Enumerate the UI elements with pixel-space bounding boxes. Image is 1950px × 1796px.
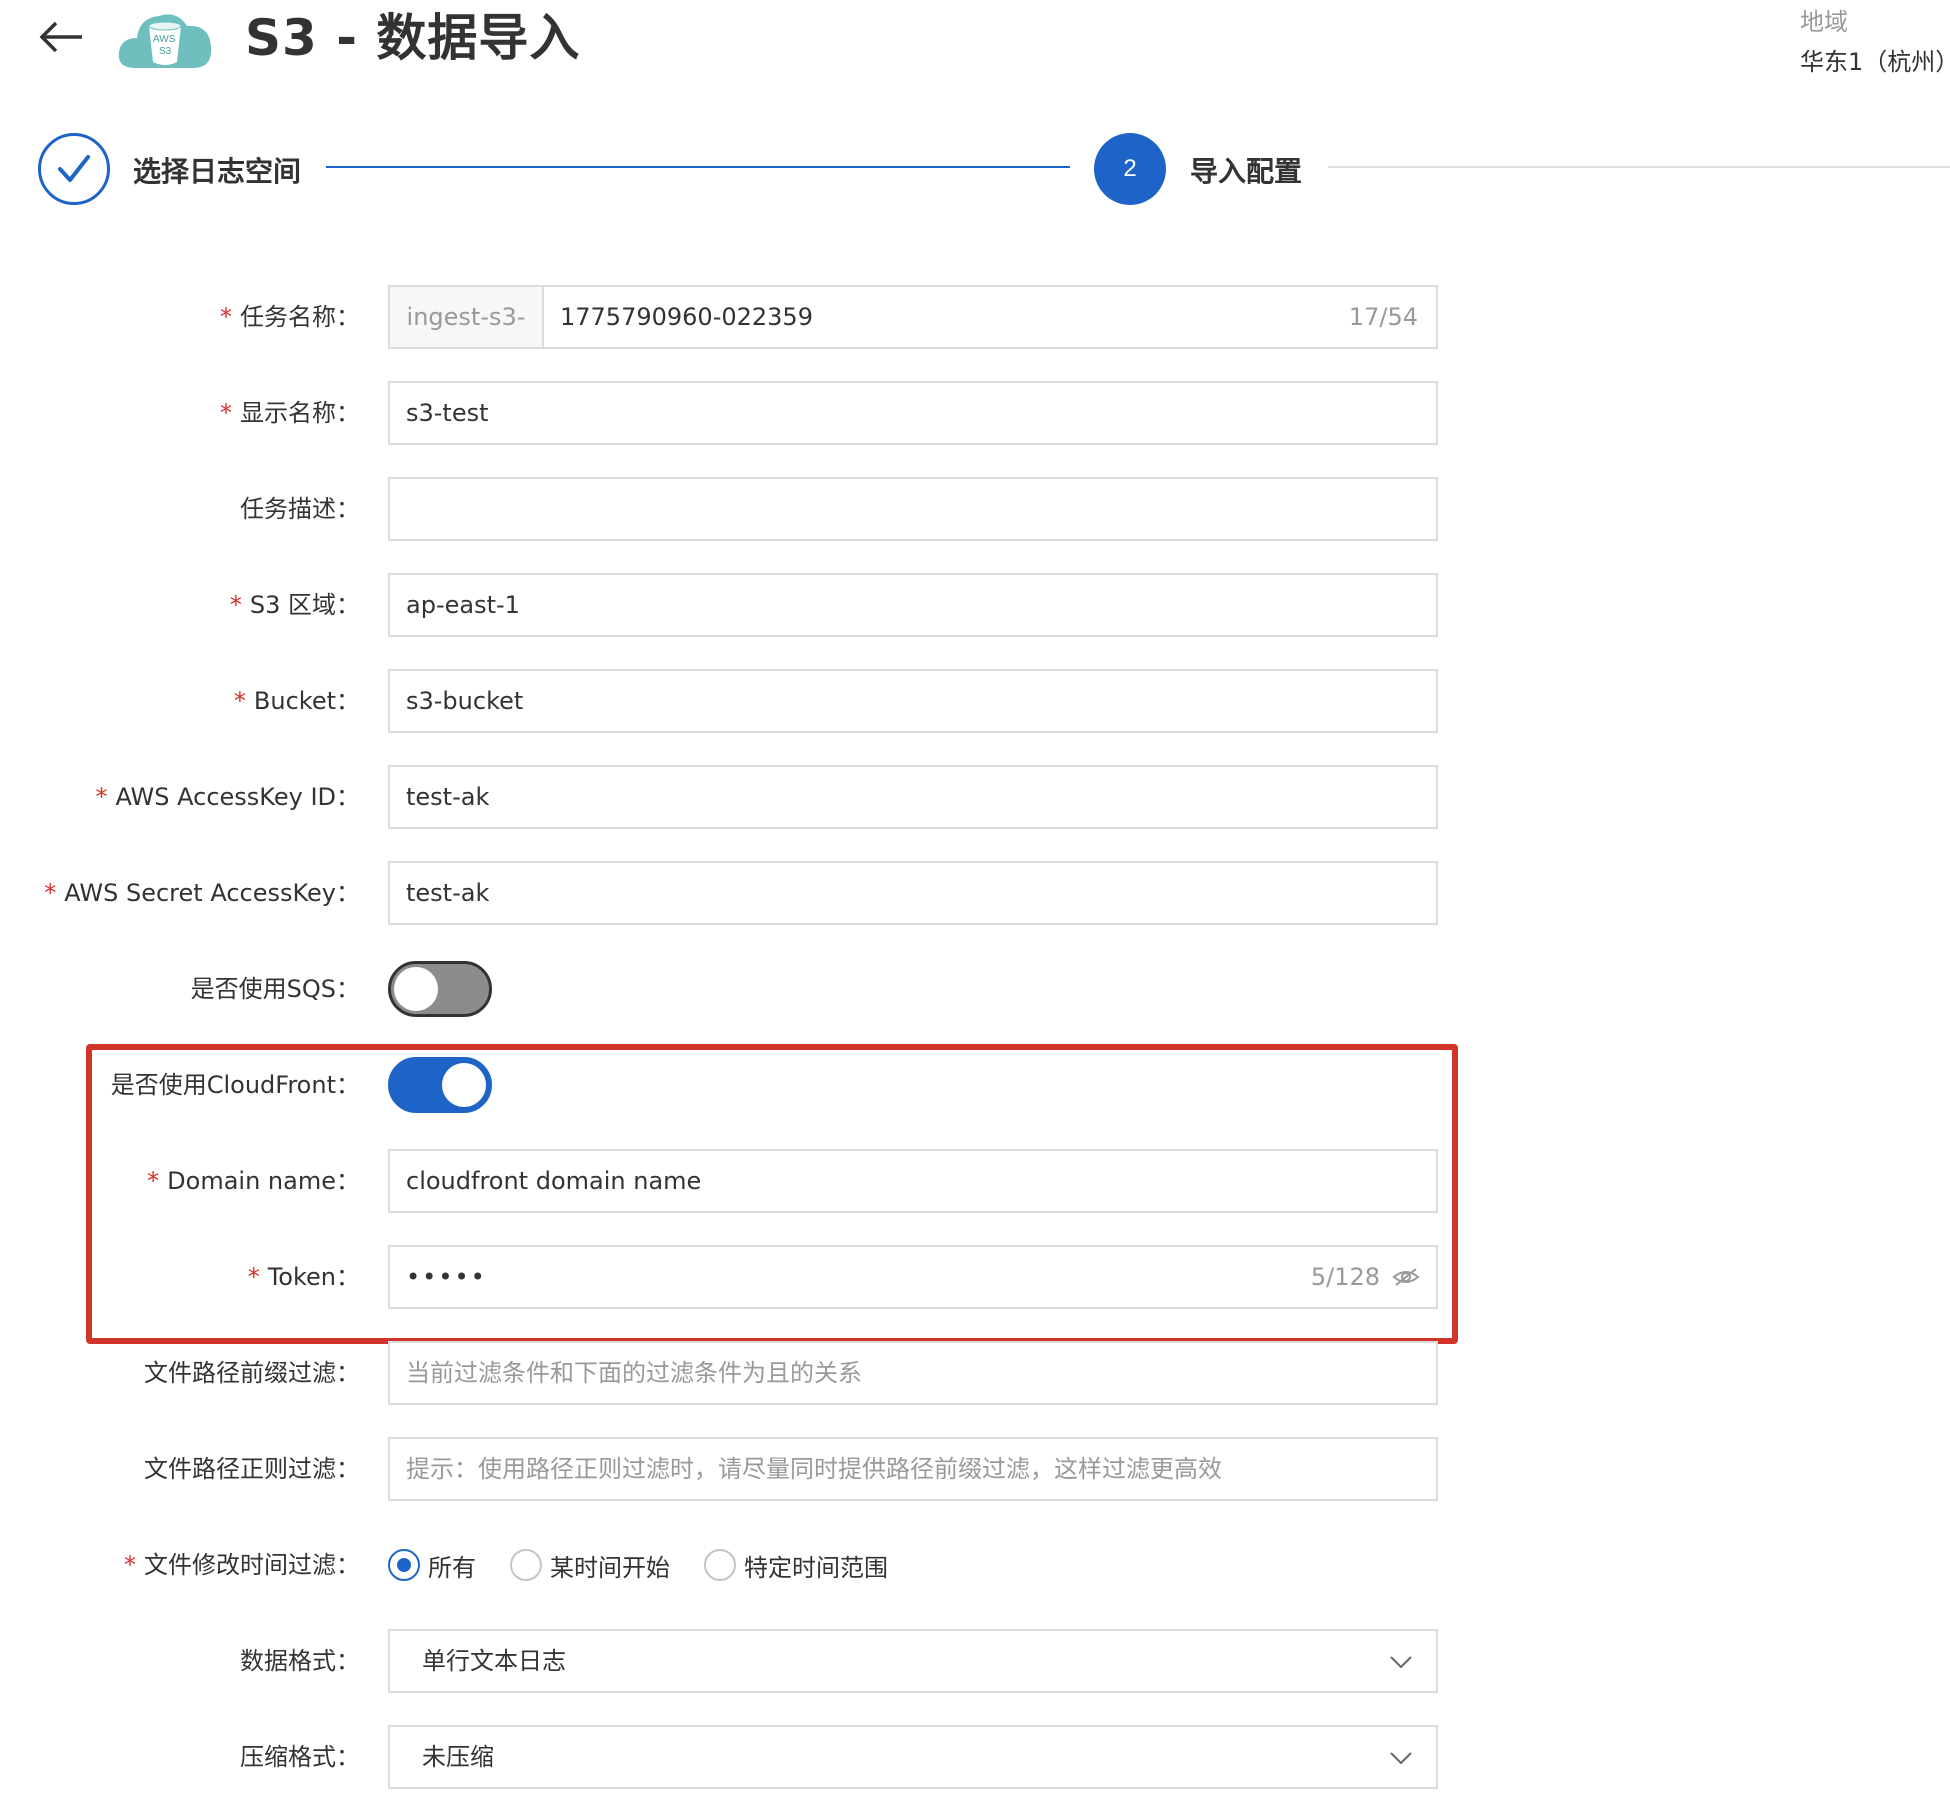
check-icon: [58, 155, 90, 182]
compress-format-value: 未压缩: [422, 1743, 494, 1771]
path-prefix-filter-placeholder: 当前过滤条件和下面的过滤条件为且的关系: [406, 1359, 862, 1387]
task-desc-row: 任务描述：: [0, 477, 1950, 541]
path-regex-filter-row: 文件路径正则过滤： 提示：使用路径正则过滤时，请尽量同时提供路径前缀过滤，这样过…: [0, 1437, 1950, 1501]
data-format-row: 数据格式： 单行文本日志: [0, 1629, 1950, 1693]
secret-access-key-input[interactable]: test-ak: [388, 861, 1438, 925]
radio-unchecked-icon: [704, 1549, 736, 1581]
bucket-input[interactable]: s3-bucket: [388, 669, 1438, 733]
chevron-down-icon: [1390, 1752, 1412, 1765]
token-char-count: 5/128: [1310, 1263, 1380, 1291]
step-connector-done: [326, 166, 1070, 168]
back-arrow-icon[interactable]: [36, 12, 86, 62]
s3-region-row: * S3 区域： ap-east-1: [0, 573, 1950, 637]
task-name-prefix: ingest-s3-: [390, 287, 544, 347]
aws-s3-logo: AWS S3: [115, 4, 215, 74]
region-selector[interactable]: 华东1（杭州）: [1800, 42, 1950, 77]
secret-access-key-row: * AWS Secret AccessKey： test-ak: [0, 861, 1950, 925]
task-name-row: * 任务名称： ingest-s3- 1775790960-022359 17/5…: [0, 285, 1950, 349]
secret-access-key-value: test-ak: [406, 879, 490, 907]
data-format-select[interactable]: 单行文本日志: [388, 1629, 1438, 1693]
path-regex-filter-input[interactable]: 提示：使用路径正则过滤时，请尽量同时提供路径前缀过滤，这样过滤更高效: [388, 1437, 1438, 1501]
logo-text-top: AWS: [153, 34, 176, 45]
compress-format-row: 压缩格式： 未压缩: [0, 1725, 1950, 1789]
domain-name-row: * Domain name： cloudfront domain name: [0, 1149, 1950, 1213]
logo-text-bottom: S3: [159, 46, 172, 57]
access-key-id-value: test-ak: [406, 783, 490, 811]
display-name-value: s3-test: [406, 399, 489, 427]
display-name-row: * 显示名称： s3-test: [0, 381, 1950, 445]
page-title: S3 - 数据导入: [245, 9, 581, 67]
use-cloudfront-toggle[interactable]: [388, 1057, 492, 1113]
access-key-id-label: * AWS AccessKey ID：: [95, 783, 360, 811]
use-sqs-toggle[interactable]: [388, 961, 492, 1017]
region-label: 地域: [1800, 8, 1848, 36]
compress-format-select[interactable]: 未压缩: [388, 1725, 1438, 1789]
task-name-input[interactable]: ingest-s3- 1775790960-022359 17/54: [388, 285, 1438, 349]
task-desc-input[interactable]: [388, 477, 1438, 541]
access-key-id-row: * AWS AccessKey ID： test-ak: [0, 765, 1950, 829]
task-name-value: 1775790960-022359: [560, 303, 813, 331]
mtime-filter-row: * 文件修改时间过滤： 所有 某时间开始 特定时间范围: [0, 1533, 1950, 1597]
path-regex-filter-placeholder: 提示：使用路径正则过滤时，请尽量同时提供路径前缀过滤，这样过滤更高效: [406, 1455, 1222, 1483]
step-1-label: 选择日志空间: [133, 155, 302, 188]
token-row: * Token： ••••• 5/128: [0, 1245, 1950, 1309]
task-desc-label: 任务描述：: [240, 495, 360, 523]
eye-hidden-icon[interactable]: [1392, 1265, 1420, 1289]
step-2-label: 导入配置: [1190, 155, 1303, 188]
path-prefix-filter-input[interactable]: 当前过滤条件和下面的过滤条件为且的关系: [388, 1341, 1438, 1405]
compress-format-label: 压缩格式：: [240, 1743, 360, 1771]
chevron-down-icon: [1390, 1656, 1412, 1669]
data-format-value: 单行文本日志: [422, 1647, 566, 1675]
path-regex-filter-label: 文件路径正则过滤：: [144, 1455, 360, 1483]
mtime-filter-radio-group: 所有 某时间开始 特定时间范围: [388, 1533, 922, 1597]
bucket-row: * Bucket： s3-bucket: [0, 669, 1950, 733]
mtime-option-all[interactable]: 所有: [388, 1548, 476, 1583]
display-name-input[interactable]: s3-test: [388, 381, 1438, 445]
display-name-label: * 显示名称：: [220, 399, 360, 427]
domain-name-label: * Domain name：: [147, 1167, 360, 1195]
task-name-char-count: 17/54: [1348, 303, 1418, 331]
path-prefix-filter-label: 文件路径前缀过滤：: [144, 1359, 360, 1387]
domain-name-input[interactable]: cloudfront domain name: [388, 1149, 1438, 1213]
s3-region-input[interactable]: ap-east-1: [388, 573, 1438, 637]
radio-unchecked-icon: [510, 1549, 542, 1581]
access-key-id-input[interactable]: test-ak: [388, 765, 1438, 829]
use-sqs-label: 是否使用SQS：: [190, 975, 360, 1003]
secret-access-key-label: * AWS Secret AccessKey：: [44, 879, 360, 907]
task-name-label: * 任务名称：: [220, 303, 360, 331]
step-connector-pending: [1328, 166, 1950, 168]
s3-region-value: ap-east-1: [406, 591, 520, 619]
use-cloudfront-label: 是否使用CloudFront：: [110, 1071, 360, 1099]
toggle-knob: [442, 1063, 486, 1107]
domain-name-value: cloudfront domain name: [406, 1167, 702, 1195]
token-input[interactable]: ••••• 5/128: [388, 1245, 1438, 1309]
mtime-option-from-time[interactable]: 某时间开始: [510, 1548, 670, 1583]
step-2-active-circle: 2: [1094, 133, 1166, 205]
token-label: * Token：: [247, 1263, 360, 1291]
s3-region-label: * S3 区域：: [229, 591, 360, 619]
radio-checked-icon: [388, 1549, 420, 1581]
use-sqs-row: 是否使用SQS：: [0, 957, 1950, 1021]
mtime-option-range[interactable]: 特定时间范围: [704, 1548, 888, 1583]
use-cloudfront-row: 是否使用CloudFront：: [0, 1053, 1950, 1117]
token-value: •••••: [406, 1263, 487, 1291]
toggle-knob: [394, 967, 438, 1011]
bucket-label: * Bucket：: [233, 687, 360, 715]
mtime-filter-label: * 文件修改时间过滤：: [124, 1551, 360, 1579]
step-1-done-circle: [38, 133, 110, 205]
bucket-value: s3-bucket: [406, 687, 524, 715]
path-prefix-filter-row: 文件路径前缀过滤： 当前过滤条件和下面的过滤条件为且的关系: [0, 1341, 1950, 1405]
data-format-label: 数据格式：: [240, 1647, 360, 1675]
